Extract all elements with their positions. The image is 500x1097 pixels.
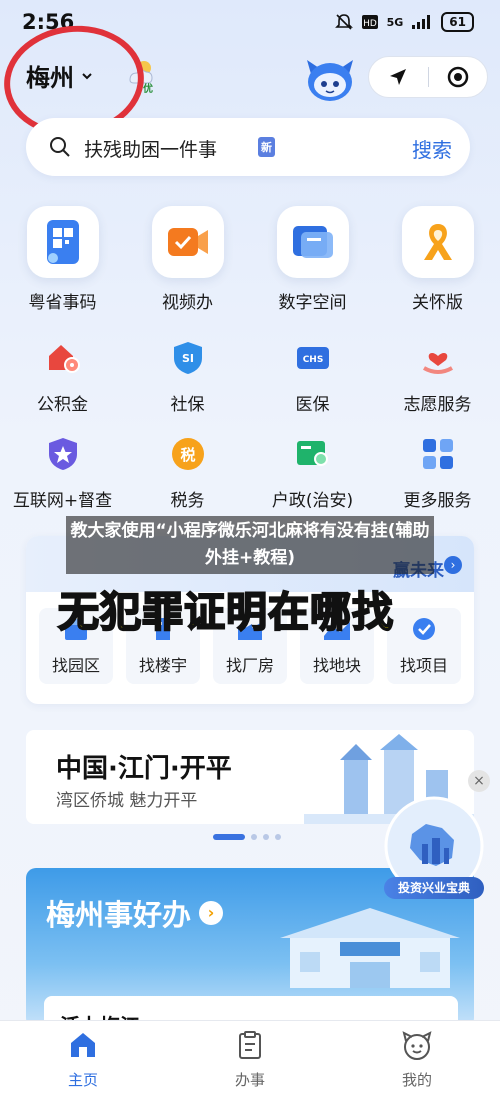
household-icon — [293, 434, 333, 474]
tab-home[interactable]: 主页 — [33, 1029, 133, 1090]
mascot-icon[interactable] — [303, 54, 357, 104]
overlay-title-banner: 教大家使用“小程序微乐河北麻将有没有挂(辅助外挂+教程) — [66, 516, 434, 574]
service-label: 数字空间 — [278, 293, 347, 313]
service-volunteer[interactable]: 志愿服务 — [375, 338, 500, 415]
find-label: 找项目 — [399, 656, 448, 675]
medical-insurance-icon: CHS — [293, 338, 333, 378]
tax-icon: 税 — [168, 434, 208, 474]
bottom-tab-bar: 主页 办事 我的 — [0, 1020, 500, 1097]
tab-profile[interactable]: 我的 — [367, 1029, 467, 1090]
signal-icon — [412, 15, 431, 29]
video-icon — [151, 206, 224, 278]
header: 梅州 优 — [0, 52, 500, 108]
service-care-version[interactable]: 关怀版 — [375, 206, 500, 313]
carousel-dot — [251, 834, 257, 840]
find-label: 找地块 — [312, 656, 361, 675]
find-label: 找园区 — [51, 656, 100, 675]
svg-text:HD: HD — [363, 19, 377, 29]
project-icon — [413, 618, 435, 640]
find-project-button[interactable]: 找项目 — [387, 608, 461, 684]
service-label: 社保 — [170, 395, 205, 415]
service-label: 互联网+督查 — [12, 491, 113, 511]
float-ad-label[interactable]: 投资兴业宝典 — [384, 877, 484, 899]
service-label: 更多服务 — [403, 491, 472, 511]
service-label: 公积金 — [37, 395, 88, 415]
digital-space-icon — [276, 206, 349, 278]
search-placeholder: 扶残助困一件事 — [84, 139, 218, 161]
city-label: 梅州 — [26, 64, 74, 92]
house-fund-icon — [43, 338, 83, 378]
qr-code-icon — [26, 206, 99, 278]
svg-text:CHS: CHS — [302, 355, 323, 365]
network-label: 5G — [386, 15, 404, 29]
volunteer-icon — [418, 338, 458, 378]
carousel-indicator — [213, 834, 281, 840]
clipboard-icon — [239, 1031, 261, 1059]
chevron-down-icon — [82, 72, 92, 79]
navigation-arrow-icon — [390, 69, 407, 85]
search-bar[interactable]: 扶残助困一件事 新 搜索 — [26, 118, 470, 176]
more-services-icon — [418, 434, 458, 474]
service-video[interactable]: 视频办 — [125, 206, 250, 313]
ribbon-icon — [401, 206, 474, 278]
carousel-dot — [275, 834, 281, 840]
location-button[interactable] — [369, 57, 428, 97]
hd-icon: HD — [361, 15, 378, 29]
overlay-caption: 无犯罪证明在哪找 — [57, 587, 394, 637]
meizhou-title: 梅州事好办 › — [46, 892, 224, 934]
service-label: 粤省事码 — [28, 293, 97, 313]
search-icon — [50, 137, 70, 157]
find-label: 找楼宇 — [138, 656, 187, 675]
service-digital-space[interactable]: 数字空间 — [250, 206, 375, 313]
arrow-right-icon[interactable]: › — [444, 556, 462, 574]
carousel-dot — [263, 834, 269, 840]
target-circle-icon — [447, 66, 468, 88]
service-label: 关怀版 — [412, 293, 463, 313]
search-button[interactable]: 搜索 — [412, 134, 452, 163]
service-social-security[interactable]: SI 社保 — [125, 338, 250, 415]
social-security-icon: SI — [168, 338, 208, 378]
status-time: 2:56 — [22, 10, 75, 34]
air-quality-label: 优 — [143, 84, 153, 95]
svg-text:SI: SI — [181, 352, 193, 365]
new-badge: 新 — [258, 137, 275, 157]
service-more[interactable]: 更多服务 — [375, 434, 500, 511]
city-selector[interactable]: 梅州 — [26, 58, 94, 93]
svg-text:税: 税 — [180, 446, 195, 464]
home-icon — [71, 1033, 95, 1057]
service-internet-inspection[interactable]: 互联网+督查 — [0, 434, 125, 511]
meizhou-title-text: 梅州事好办 — [46, 898, 192, 932]
status-bar: 2:56 HD 5G 61 — [0, 0, 500, 44]
close-mini-program-button[interactable] — [429, 57, 488, 97]
tab-label: 我的 — [401, 1071, 432, 1089]
service-label: 户政(治安) — [271, 491, 354, 511]
service-housing-fund[interactable]: 公积金 — [0, 338, 125, 415]
close-icon[interactable]: × — [468, 770, 490, 792]
status-icons: HD 5G 61 — [334, 12, 474, 32]
arrow-right-icon: › — [199, 901, 224, 925]
promo-title: 中国·江门·开平 — [56, 754, 232, 784]
service-yueshengshi-code[interactable]: 粤省事码 — [0, 206, 125, 313]
carousel-dot-active — [213, 834, 245, 840]
service-household[interactable]: 户政(治安) — [250, 434, 375, 511]
profile-face-icon — [402, 1031, 432, 1060]
tab-services[interactable]: 办事 — [200, 1029, 300, 1090]
promo-subtitle: 湾区侨城 魅力开平 — [56, 791, 198, 811]
inspection-icon — [43, 434, 83, 474]
service-tax[interactable]: 税 税务 — [125, 434, 250, 511]
service-medical-insurance[interactable]: CHS 医保 — [250, 338, 375, 415]
mute-icon — [334, 14, 353, 30]
service-label: 税务 — [170, 491, 205, 511]
battery-indicator: 61 — [441, 12, 474, 32]
service-label: 医保 — [295, 395, 330, 415]
service-label: 视频办 — [162, 293, 213, 313]
tab-label: 办事 — [234, 1071, 265, 1089]
find-label: 找厂房 — [225, 656, 274, 675]
mini-program-capsule — [368, 56, 488, 98]
tab-label: 主页 — [67, 1071, 98, 1089]
service-label: 志愿服务 — [403, 395, 472, 415]
